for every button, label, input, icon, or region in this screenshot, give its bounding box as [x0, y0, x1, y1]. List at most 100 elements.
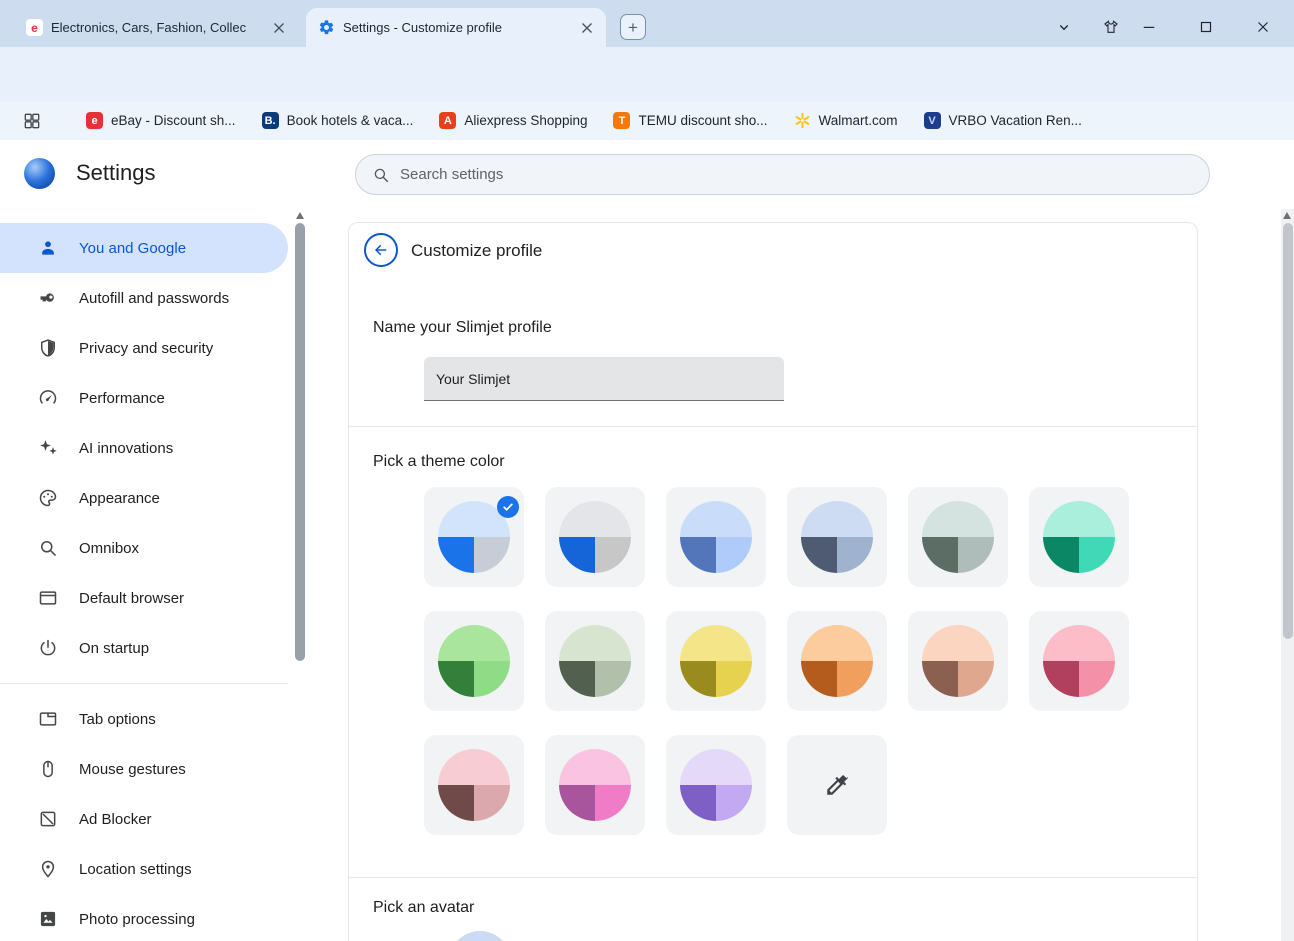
theme-color-option-11[interactable] — [908, 611, 1008, 711]
sidebar-item-location-settings[interactable]: Location settings — [0, 844, 288, 894]
section-divider — [349, 426, 1197, 427]
page-scrollbar[interactable] — [1281, 209, 1294, 941]
avatar-label: Pick an avatar — [373, 899, 475, 916]
scroll-up-arrow-icon[interactable] — [1283, 212, 1291, 219]
settings-logo-icon — [24, 158, 55, 189]
theme-color-swatch — [801, 625, 873, 697]
back-circle-button[interactable] — [364, 233, 398, 267]
theme-color-option-14[interactable] — [545, 735, 645, 835]
maximize-button[interactable] — [1193, 14, 1219, 40]
sidebar-item-autofill-and-passwords[interactable]: Autofill and passwords — [0, 273, 288, 323]
theme-color-swatch — [680, 749, 752, 821]
mouse-icon — [38, 759, 58, 779]
sidebar-item-label: Privacy and security — [79, 339, 214, 357]
theme-color-swatch — [922, 625, 994, 697]
bookmark-walmart-com[interactable]: Walmart.com — [794, 112, 898, 129]
sidebar-item-label: Appearance — [79, 489, 160, 507]
sidebar-item-on-startup[interactable]: On startup — [0, 623, 288, 673]
page-scrollbar-thumb[interactable] — [1282, 223, 1293, 639]
theme-color-option-9[interactable] — [666, 611, 766, 711]
bookmark-book-hotels-vaca[interactable]: B. Book hotels & vaca... — [261, 112, 413, 129]
sidebar-item-default-browser[interactable]: Default browser — [0, 573, 288, 623]
theme-color-option-7[interactable] — [424, 611, 524, 711]
theme-color-swatch — [438, 625, 510, 697]
sidebar-item-photo-processing[interactable]: Photo processing — [0, 894, 288, 941]
theme-color-swatch — [438, 749, 510, 821]
settings-search-box[interactable] — [355, 154, 1210, 195]
theme-color-option-15[interactable] — [666, 735, 766, 835]
sidebar-item-ad-blocker[interactable]: Ad Blocker — [0, 794, 288, 844]
sidebar-item-label: Ad Blocker — [79, 810, 152, 828]
tab-settings[interactable]: Settings - Customize profile — [306, 8, 606, 47]
settings-header: Settings — [0, 140, 1294, 209]
theme-color-label: Pick a theme color — [373, 453, 505, 470]
skin-shirt-icon[interactable] — [1098, 14, 1124, 40]
new-tab-button[interactable]: + — [620, 14, 646, 40]
browser-window: e Electronics, Cars, Fashion, Collec Set… — [0, 0, 1294, 941]
sidebar-scrollbar[interactable] — [295, 209, 306, 941]
profile-name-input[interactable] — [424, 357, 784, 401]
ebay-icon: e — [86, 112, 103, 129]
sidebar-divider — [0, 683, 288, 684]
sidebar-item-you-and-google[interactable]: You and Google — [0, 223, 288, 273]
scroll-up-arrow-icon[interactable] — [296, 212, 304, 219]
adblock-icon — [38, 809, 58, 829]
search-settings-input[interactable] — [400, 166, 1193, 183]
bookmark-aliexpress-shopping[interactable]: A Aliexpress Shopping — [439, 112, 587, 129]
sidebar-scrollbar-thumb[interactable] — [295, 223, 305, 661]
theme-color-option-12[interactable] — [1029, 611, 1129, 711]
theme-color-swatch — [1043, 625, 1115, 697]
tab-close-icon[interactable] — [578, 19, 596, 37]
bookmark-vrbo-vacation-ren[interactable]: V VRBO Vacation Ren... — [923, 112, 1082, 129]
theme-color-option-10[interactable] — [787, 611, 887, 711]
sidebar-item-performance[interactable]: Performance — [0, 373, 288, 423]
theme-color-option-2[interactable] — [545, 487, 645, 587]
sidebar-item-privacy-and-security[interactable]: Privacy and security — [0, 323, 288, 373]
theme-color-option-8[interactable] — [545, 611, 645, 711]
sidebar-item-tab-options[interactable]: Tab options — [0, 694, 288, 744]
power-icon — [38, 638, 58, 658]
sidebar-item-omnibox[interactable]: Omnibox — [0, 523, 288, 573]
page-title: Settings — [76, 160, 156, 185]
palette-icon — [38, 488, 58, 508]
sidebar-item-label: Tab options — [79, 710, 156, 728]
sidebar-item-label: On startup — [79, 639, 150, 657]
sidebar-item-appearance[interactable]: Appearance — [0, 473, 288, 523]
booking-icon: B. — [261, 112, 279, 129]
sidebar-item-mouse-gestures[interactable]: Mouse gestures — [0, 744, 288, 794]
theme-color-option-3[interactable] — [666, 487, 766, 587]
theme-color-option-1[interactable] — [424, 487, 524, 587]
theme-color-swatch — [680, 625, 752, 697]
avatar-option[interactable] — [449, 931, 511, 941]
tab-title: Electronics, Cars, Fashion, Collec — [51, 20, 247, 35]
minimize-button[interactable] — [1136, 14, 1162, 40]
theme-color-swatch — [559, 625, 631, 697]
theme-color-option-6[interactable] — [1029, 487, 1129, 587]
photo-icon — [38, 909, 58, 929]
settings-sidebar: You and Google Autofill and passwords Priv… — [0, 209, 294, 941]
profile-name-label: Name your Slimjet profile — [373, 319, 552, 336]
bookmark-ebay-discount-sh[interactable]: e eBay - Discount sh... — [86, 112, 236, 129]
sidebar-item-ai-innovations[interactable]: AI innovations — [0, 423, 288, 473]
tab-search-chevron-icon[interactable] — [1051, 14, 1077, 40]
apps-grid-icon[interactable] — [22, 111, 42, 131]
bookmark-temu-discount-sho[interactable]: T TEMU discount sho... — [613, 112, 768, 129]
bookmark-label: VRBO Vacation Ren... — [948, 113, 1082, 128]
tab-ebay[interactable]: e Electronics, Cars, Fashion, Collec — [14, 8, 298, 47]
close-button[interactable] — [1250, 14, 1276, 40]
person-icon — [38, 238, 58, 258]
card-title: Customize profile — [411, 241, 543, 260]
theme-color-option-4[interactable] — [787, 487, 887, 587]
location-pin-icon — [38, 859, 58, 879]
search-icon — [38, 538, 58, 558]
custom-color-picker-button[interactable] — [787, 735, 887, 835]
eyedropper-icon — [824, 772, 850, 798]
bookmark-label: Aliexpress Shopping — [464, 113, 588, 128]
theme-color-option-5[interactable] — [908, 487, 1008, 587]
tab-close-icon[interactable] — [270, 19, 288, 37]
tab-title: Settings - Customize profile — [343, 20, 502, 35]
shield-icon — [38, 338, 58, 358]
theme-color-option-13[interactable] — [424, 735, 524, 835]
sidebar-item-label: Default browser — [79, 589, 185, 607]
theme-color-swatch — [559, 749, 631, 821]
